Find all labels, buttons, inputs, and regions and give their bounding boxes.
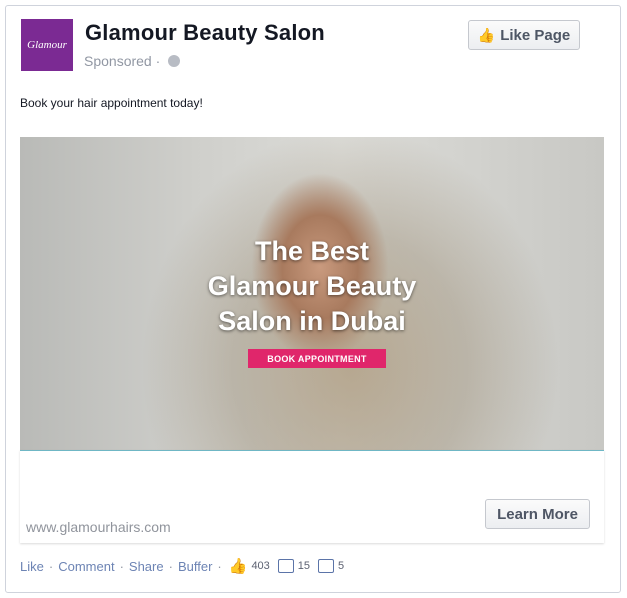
ad-headline-line-2: Glamour Beauty xyxy=(207,271,417,301)
thumbs-up-icon[interactable]: 👍 xyxy=(229,557,248,575)
share-icon[interactable] xyxy=(318,559,335,573)
sponsored-label: Sponsored xyxy=(84,53,152,69)
ad-image[interactable]: The Best Glamour Beauty Salon in Dubai B… xyxy=(20,137,604,450)
sponsored-line: Sponsored · xyxy=(84,53,181,69)
thumbs-up-icon: 👍 xyxy=(477,26,496,43)
page-name[interactable]: Glamour Beauty Salon xyxy=(85,20,325,46)
globe-icon xyxy=(168,55,181,67)
avatar-logo-text: Glamour xyxy=(27,39,67,51)
sponsored-separator: · xyxy=(155,53,161,69)
share-count[interactable]: 5 xyxy=(338,560,344,572)
action-separator: · xyxy=(119,558,124,574)
buffer-action[interactable]: Buffer xyxy=(178,559,212,574)
share-action[interactable]: Share xyxy=(129,559,164,574)
like-page-button[interactable]: 👍 Like Page xyxy=(468,20,580,50)
link-attachment[interactable]: www.glamourhairs.com Learn More xyxy=(20,450,604,543)
action-separator: · xyxy=(168,558,173,574)
comment-action[interactable]: Comment xyxy=(58,559,114,574)
action-separator: · xyxy=(48,558,54,574)
page-avatar[interactable]: Glamour xyxy=(21,19,73,71)
ad-headline: The Best Glamour Beauty Salon in Dubai xyxy=(20,234,604,339)
learn-more-button[interactable]: Learn More xyxy=(485,499,590,529)
action-separator: · xyxy=(217,558,222,574)
comment-count[interactable]: 15 xyxy=(298,560,310,572)
comment-icon[interactable] xyxy=(277,559,294,573)
book-appointment-badge: BOOK APPOINTMENT xyxy=(248,349,386,368)
like-count[interactable]: 403 xyxy=(251,560,269,572)
ad-headline-line-3: Salon in Dubai xyxy=(218,306,406,336)
like-action[interactable]: Like xyxy=(20,559,44,574)
like-page-label: Like Page xyxy=(500,26,571,44)
sponsored-post-card: Glamour Glamour Beauty Salon Sponsored ·… xyxy=(5,5,621,593)
post-actions-bar: Like · Comment · Share · Buffer · 👍 403 … xyxy=(20,557,350,575)
ad-headline-line-1: The Best xyxy=(254,236,370,266)
post-message: Book your hair appointment today! xyxy=(20,96,203,110)
link-domain: www.glamourhairs.com xyxy=(26,519,171,535)
